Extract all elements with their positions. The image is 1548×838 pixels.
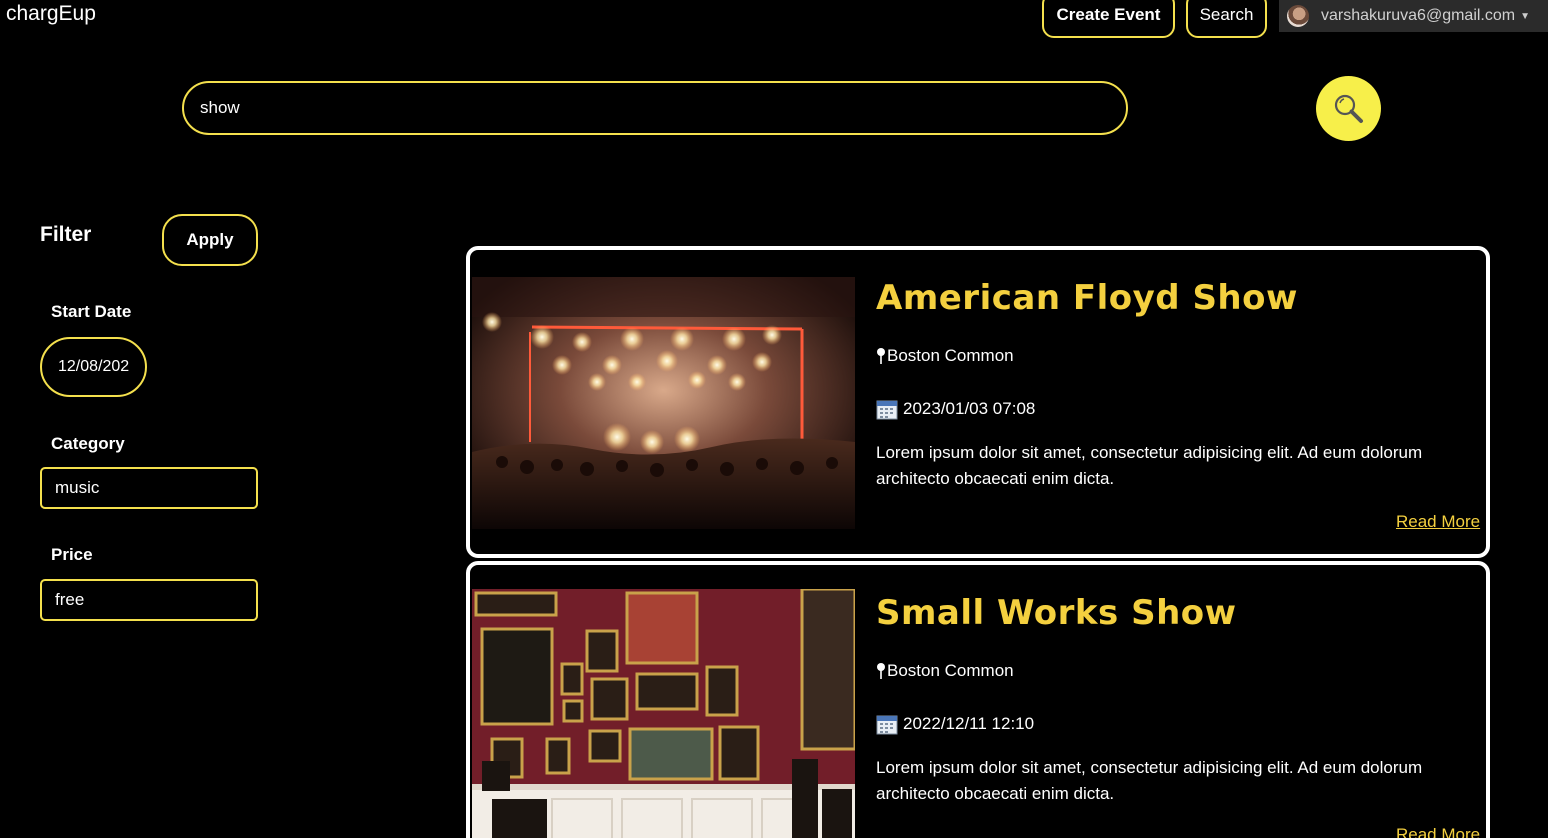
calendar-icon	[876, 715, 898, 735]
event-location: Boston Common	[876, 346, 1014, 366]
account-email: varshakuruva6@gmail.com	[1321, 7, 1516, 24]
search-icon	[1334, 94, 1363, 123]
event-location-text: Boston Common	[887, 661, 1014, 680]
event-card: Small Works Show Boston Common 2022/12/1…	[466, 561, 1490, 838]
event-date: 2023/01/03 07:08	[876, 398, 1035, 420]
account-menu[interactable]: varshakuruva6@gmail.com ▼	[1279, 0, 1548, 32]
search-submit-button[interactable]	[1316, 76, 1381, 141]
event-image-concert	[472, 277, 855, 529]
event-description: Lorem ipsum dolor sit amet, consectetur …	[876, 443, 1423, 488]
start-date-input[interactable]	[40, 337, 147, 397]
brand-logo[interactable]: chargEup	[6, 2, 96, 26]
filter-title: Filter	[40, 223, 92, 246]
calendar-icon	[876, 400, 898, 420]
read-more-link[interactable]: Read More	[1396, 512, 1480, 532]
pin-icon	[877, 663, 885, 679]
avatar	[1287, 5, 1309, 27]
event-location: Boston Common	[876, 661, 1014, 681]
page: chargEup Create Event Search varshakuruv…	[0, 0, 1548, 838]
event-description: Lorem ipsum dolor sit amet, consectetur …	[876, 758, 1423, 803]
event-card: American Floyd Show Boston Common 2023/0…	[466, 246, 1490, 558]
event-date: 2022/12/11 12:10	[876, 713, 1034, 735]
search-input[interactable]	[182, 81, 1128, 135]
event-location-text: Boston Common	[887, 346, 1014, 365]
category-label: Category	[51, 434, 125, 453]
chevron-down-icon: ▼	[1520, 10, 1530, 22]
event-date-text: 2023/01/03 07:08	[903, 399, 1036, 418]
event-title[interactable]: Small Works Show	[876, 593, 1237, 633]
pin-icon	[877, 348, 885, 364]
apply-filter-button[interactable]: Apply	[162, 214, 258, 266]
event-title[interactable]: American Floyd Show	[876, 278, 1298, 318]
price-label: Price	[51, 545, 93, 564]
search-nav-button[interactable]: Search	[1186, 0, 1267, 38]
category-input[interactable]	[40, 467, 258, 509]
price-input[interactable]	[40, 579, 258, 621]
read-more-link[interactable]: Read More	[1396, 825, 1480, 838]
create-event-button[interactable]: Create Event	[1042, 0, 1175, 38]
event-date-text: 2022/12/11 12:10	[903, 714, 1035, 733]
start-date-label: Start Date	[51, 302, 132, 321]
event-image-gallery	[472, 589, 855, 838]
